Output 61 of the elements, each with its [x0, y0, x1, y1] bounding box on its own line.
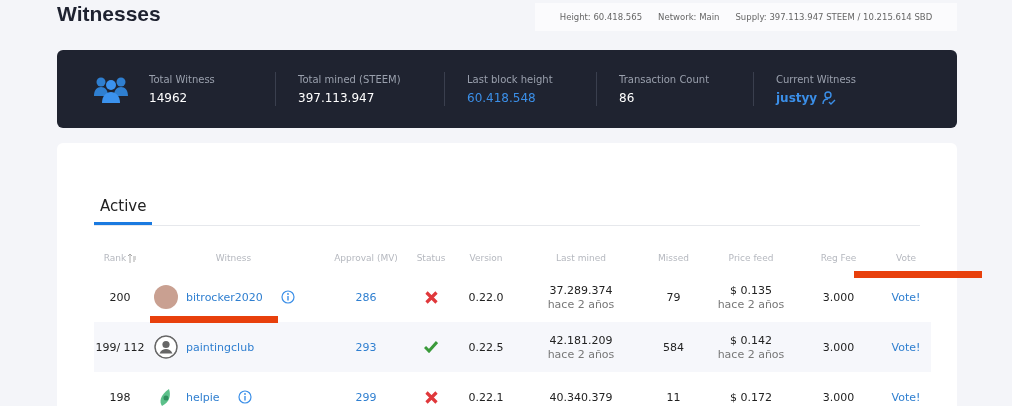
- sort-icon[interactable]: [128, 253, 137, 263]
- rank-cell: 198: [109, 390, 131, 404]
- missed-cell: 79: [666, 290, 681, 304]
- vote-link[interactable]: Vote!: [891, 290, 921, 304]
- witness-link[interactable]: paintingclub: [186, 340, 255, 354]
- stat-label: Transaction Count: [619, 73, 711, 85]
- missed-cell: 11: [666, 390, 681, 404]
- network-info-text: Height: 60.418.565: [559, 12, 643, 22]
- version-cell: 0.22.1: [468, 390, 504, 404]
- price-feed-value: $ 0.172: [730, 390, 772, 404]
- column-header: Last mined: [556, 253, 606, 263]
- network-info-text: Network: Main: [658, 12, 720, 22]
- current-witness-link[interactable]: justyy: [776, 90, 818, 105]
- stat-label: Current Witness: [776, 73, 857, 85]
- version-cell: 0.22.5: [468, 340, 504, 354]
- reg-fee-cell: 3.000: [822, 290, 855, 304]
- stat-value: 14962: [149, 90, 189, 105]
- block-number: 42.181.209: [549, 333, 613, 347]
- approval-link[interactable]: 286: [355, 290, 377, 304]
- column-header: Price feed: [728, 253, 774, 263]
- price-feed-value: $ 0.135: [730, 283, 772, 297]
- rank-cell: 200: [109, 290, 131, 304]
- stat-value: 86: [619, 90, 636, 105]
- column-header: Status: [416, 253, 446, 263]
- witness-link[interactable]: helpie: [186, 390, 220, 404]
- stat-label: Total mined (STEEM): [298, 73, 402, 85]
- column-header: Vote: [896, 253, 916, 263]
- block-number: 37.289.374: [549, 283, 613, 297]
- page-title: Witnesses: [57, 2, 161, 26]
- stat-label: Last block height: [467, 73, 554, 85]
- time-ago-text: hace 2 años: [547, 347, 615, 361]
- rank-cell: 199/ 112: [95, 340, 145, 354]
- time-ago-text: hace 2 años: [717, 347, 785, 361]
- reg-fee-cell: 3.000: [822, 390, 855, 404]
- stat-value: 397.113.947: [298, 90, 376, 105]
- column-header: Approval (MV): [334, 253, 398, 263]
- stat-link[interactable]: 60.418.548: [467, 90, 574, 105]
- user-check-icon: [822, 90, 837, 105]
- approval-link[interactable]: 299: [355, 390, 377, 404]
- reg-fee-cell: 3.000: [822, 340, 855, 354]
- time-ago-text: hace 2 años: [717, 297, 785, 311]
- block-number: 40.340.379: [549, 390, 613, 404]
- missed-cell: 584: [663, 340, 684, 354]
- price-feed-value: $ 0.142: [730, 333, 772, 347]
- column-header: Missed: [658, 253, 689, 263]
- time-ago-text: hace 2 años: [547, 297, 615, 311]
- avatar-photo-placeholder: [154, 285, 178, 309]
- info-icon[interactable]: [280, 290, 295, 304]
- tab[interactable]: Active: [94, 183, 153, 225]
- vote-link[interactable]: Vote!: [891, 340, 921, 354]
- column-header: Version: [469, 253, 503, 263]
- column-header: Reg Fee: [820, 253, 857, 263]
- approval-link[interactable]: 293: [355, 340, 377, 354]
- version-cell: 0.22.0: [468, 290, 504, 304]
- default-avatar-icon: [154, 335, 178, 359]
- witness-link[interactable]: bitrocker2020: [186, 290, 263, 304]
- info-icon[interactable]: [237, 390, 252, 404]
- column-header: Witness: [215, 253, 252, 263]
- stat-label: Total Witness: [149, 73, 216, 85]
- vote-link[interactable]: Vote!: [891, 390, 921, 404]
- network-info-text: Supply: 397.113.947 STEEM / 10.215.614 SBD: [735, 12, 933, 22]
